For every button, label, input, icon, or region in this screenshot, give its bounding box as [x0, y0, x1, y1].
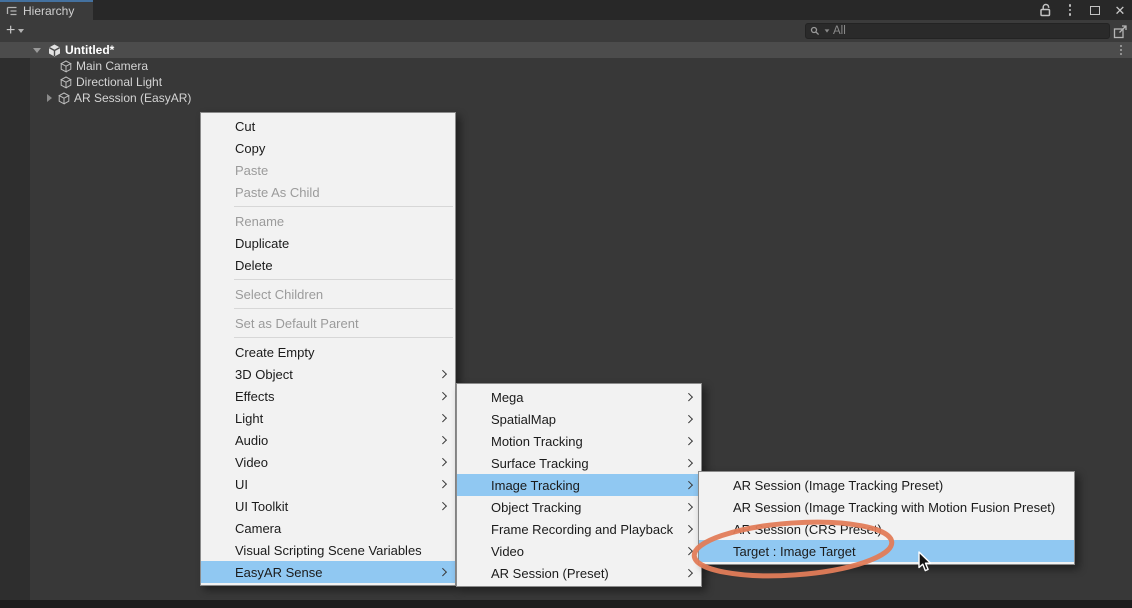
context-menu: Cut Copy Paste Paste As Child Rename Dup…: [200, 112, 456, 586]
easyar-sense-submenu: Mega SpatialMap Motion Tracking Surface …: [456, 383, 702, 587]
scene-expand-triangle-icon[interactable]: [33, 48, 41, 53]
menu-item-ar-session-crs-preset[interactable]: AR Session (CRS Preset): [699, 518, 1074, 540]
menu-item-set-as-default-parent: Set as Default Parent: [201, 312, 455, 334]
tree-item-label: AR Session (EasyAR): [74, 91, 191, 105]
menu-item-3d-object[interactable]: 3D Object: [201, 363, 455, 385]
gameobject-cube-icon: [58, 92, 70, 105]
tree-row-directional-light[interactable]: Directional Light: [0, 74, 1132, 90]
submenu-arrow-icon: [684, 569, 692, 577]
menu-item-surface-tracking[interactable]: Surface Tracking: [457, 452, 701, 474]
submenu-arrow-icon: [438, 502, 446, 510]
search-placeholder: All: [833, 25, 846, 37]
menu-item-spatialmap[interactable]: SpatialMap: [457, 408, 701, 430]
menu-item-ar-session-image-tracking-preset[interactable]: AR Session (Image Tracking Preset): [699, 474, 1074, 496]
scene-name: Untitled*: [65, 43, 114, 57]
menu-item-ui-toolkit[interactable]: UI Toolkit: [201, 495, 455, 517]
hierarchy-icon: [6, 6, 18, 16]
submenu-arrow-icon: [438, 568, 446, 576]
menu-item-paste-as-child: Paste As Child: [201, 181, 455, 203]
menu-item-select-children: Select Children: [201, 283, 455, 305]
hierarchy-toolbar: + All: [0, 20, 1132, 42]
tab-label: Hierarchy: [23, 4, 74, 18]
tree-item-label: Directional Light: [76, 75, 162, 89]
menu-item-create-empty[interactable]: Create Empty: [201, 341, 455, 363]
submenu-arrow-icon: [684, 415, 692, 423]
menu-item-video[interactable]: Video: [201, 451, 455, 473]
menu-item-ar-session-preset[interactable]: AR Session (Preset): [457, 562, 701, 584]
submenu-arrow-icon: [684, 437, 692, 445]
tree-row-scene[interactable]: Untitled*: [0, 42, 1132, 58]
collapse-triangle-icon[interactable]: [47, 94, 52, 102]
menu-item-rename: Rename: [201, 210, 455, 232]
menu-item-target-image-target[interactable]: Target : Image Target: [699, 540, 1074, 562]
create-dropdown-caret-icon: [18, 29, 24, 33]
menu-item-copy[interactable]: Copy: [201, 137, 455, 159]
image-tracking-submenu: AR Session (Image Tracking Preset) AR Se…: [698, 471, 1075, 565]
menu-item-delete[interactable]: Delete: [201, 254, 455, 276]
menu-item-visual-scripting-scene-variables[interactable]: Visual Scripting Scene Variables: [201, 539, 455, 561]
submenu-arrow-icon: [684, 547, 692, 555]
create-add-button[interactable]: +: [6, 20, 24, 42]
submenu-arrow-icon: [684, 459, 692, 467]
panel-menu-kebab-icon[interactable]: [1062, 2, 1078, 18]
menu-item-duplicate[interactable]: Duplicate: [201, 232, 455, 254]
unlocked-padlock-icon[interactable]: [1037, 2, 1053, 18]
menu-separator: [201, 334, 455, 341]
search-filter-caret-icon: [825, 29, 830, 32]
submenu-arrow-icon: [438, 480, 446, 488]
menu-item-mega[interactable]: Mega: [457, 386, 701, 408]
menu-item-cut[interactable]: Cut: [201, 115, 455, 137]
submenu-arrow-icon: [684, 393, 692, 401]
menu-item-video[interactable]: Video: [457, 540, 701, 562]
window-bottom-edge: [0, 600, 1132, 608]
gameobject-cube-icon: [60, 76, 72, 89]
menu-item-image-tracking[interactable]: Image Tracking: [457, 474, 701, 496]
gameobject-cube-icon: [60, 60, 72, 73]
menu-item-effects[interactable]: Effects: [201, 385, 455, 407]
submenu-arrow-icon: [684, 525, 692, 533]
tree-row-ar-session[interactable]: AR Session (EasyAR): [0, 90, 1132, 106]
menu-item-ar-session-image-tracking-motion-fusion-preset[interactable]: AR Session (Image Tracking with Motion F…: [699, 496, 1074, 518]
submenu-arrow-icon: [438, 458, 446, 466]
menu-item-easyar-sense[interactable]: EasyAR Sense: [201, 561, 455, 583]
submenu-arrow-icon: [438, 370, 446, 378]
menu-item-ui[interactable]: UI: [201, 473, 455, 495]
tab-hierarchy[interactable]: Hierarchy: [0, 0, 93, 20]
search-icon: [810, 26, 821, 37]
menu-separator: [201, 305, 455, 312]
unity-hierarchy-window: Hierarchy ✕ +: [0, 0, 1132, 608]
tree-row-main-camera[interactable]: Main Camera: [0, 58, 1132, 74]
submenu-arrow-icon: [684, 481, 692, 489]
submenu-arrow-icon: [684, 503, 692, 511]
menu-item-frame-recording-and-playback[interactable]: Frame Recording and Playback: [457, 518, 701, 540]
search-input[interactable]: All: [805, 23, 1110, 39]
tree-item-label: Main Camera: [76, 59, 148, 73]
open-search-window-icon[interactable]: [1112, 23, 1128, 39]
submenu-arrow-icon: [438, 436, 446, 444]
menu-separator: [201, 276, 455, 283]
maximize-icon[interactable]: [1087, 2, 1103, 18]
panel-left-gutter: [0, 58, 30, 600]
scene-options-kebab-icon[interactable]: [1120, 45, 1122, 55]
submenu-arrow-icon: [438, 392, 446, 400]
unity-scene-icon: [48, 44, 61, 57]
menu-item-camera[interactable]: Camera: [201, 517, 455, 539]
submenu-arrow-icon: [438, 414, 446, 422]
menu-item-light[interactable]: Light: [201, 407, 455, 429]
menu-item-object-tracking[interactable]: Object Tracking: [457, 496, 701, 518]
close-icon[interactable]: ✕: [1112, 2, 1128, 18]
menu-separator: [201, 203, 455, 210]
menu-item-motion-tracking[interactable]: Motion Tracking: [457, 430, 701, 452]
menu-item-paste: Paste: [201, 159, 455, 181]
titlebar: Hierarchy ✕: [0, 0, 1132, 20]
menu-item-audio[interactable]: Audio: [201, 429, 455, 451]
